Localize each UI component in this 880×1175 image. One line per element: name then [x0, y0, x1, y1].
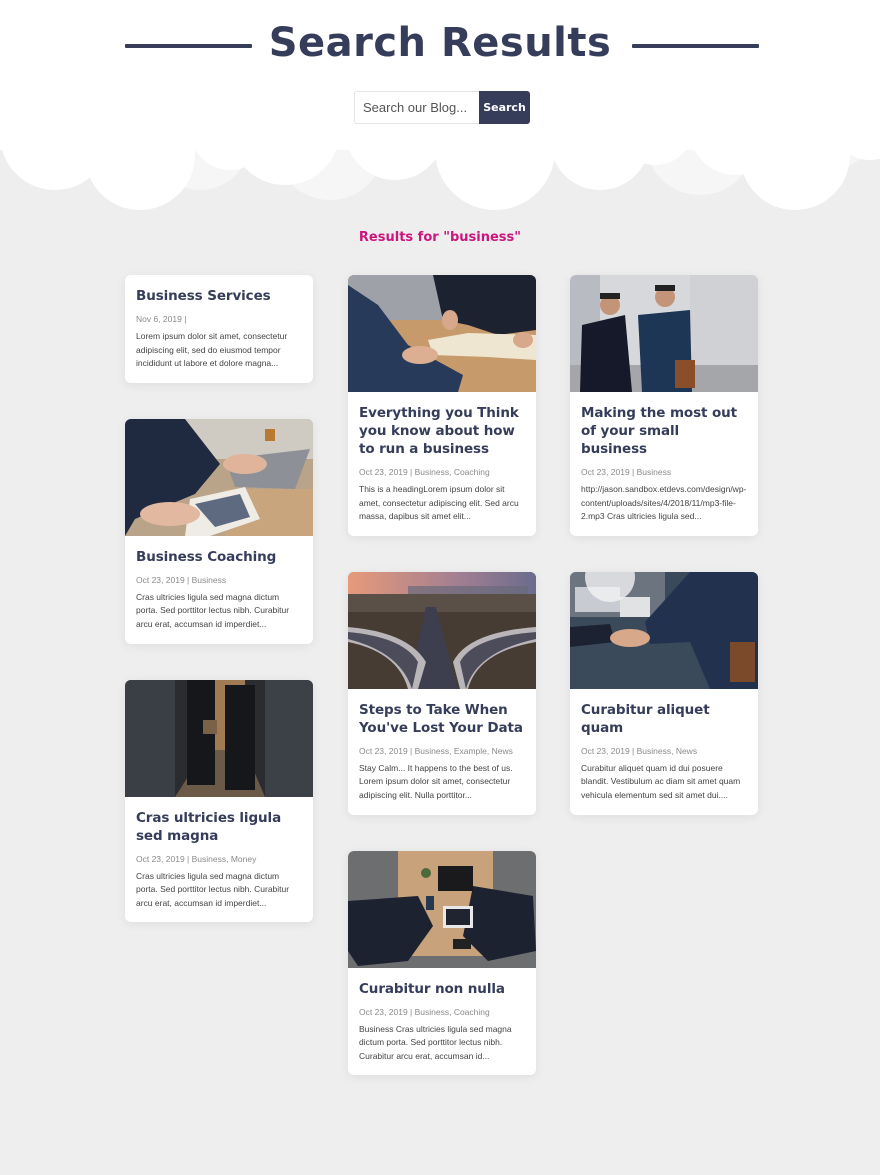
- post-image-businessmen-hallway[interactable]: [125, 679, 313, 797]
- post-excerpt: This is a headingLorem ipsum dolor sit a…: [359, 484, 519, 522]
- title-divider-right: [632, 44, 759, 48]
- post-meta: Oct 23, 2019 | Business: [136, 574, 227, 585]
- post-card[interactable]: Everything you Think you know about how …: [348, 275, 536, 536]
- post-image-handshake[interactable]: [570, 571, 758, 689]
- results-column-3: Making the most out of your small busine…: [570, 275, 758, 851]
- post-meta: Oct 23, 2019 | Business, Example, News: [359, 745, 513, 756]
- post-meta: Oct 23, 2019 | Business, News: [581, 745, 698, 756]
- post-excerpt: Business Cras ultricies ligula sed magna…: [359, 1023, 512, 1061]
- post-image-meeting-table-overhead[interactable]: [348, 850, 536, 968]
- post-excerpt: Stay Calm... It happens to the best of u…: [359, 762, 513, 800]
- post-card[interactable]: Cras ultricies ligula sed magna Oct 23, …: [125, 679, 313, 923]
- post-excerpt: Curabitur aliquet quam id dui posuere bl…: [581, 762, 741, 800]
- post-card[interactable]: Steps to Take When You've Lost Your Data…: [348, 571, 536, 815]
- title-row: Search Results: [0, 18, 880, 74]
- post-meta: Oct 23, 2019 | Business, Money: [136, 853, 257, 864]
- post-card[interactable]: Curabitur aliquet quam Oct 23, 2019 | Bu…: [570, 571, 758, 815]
- search-form: Search: [354, 91, 530, 124]
- post-image-desk-notebook[interactable]: [348, 275, 536, 392]
- search-button[interactable]: Search: [479, 91, 530, 124]
- post-excerpt: Cras ultricies ligula sed magna dictum p…: [136, 870, 290, 908]
- post-image-hands-laptop-tablet[interactable]: [125, 418, 313, 536]
- post-excerpt: Lorem ipsum dolor sit amet, consectetur …: [136, 331, 288, 369]
- results-label: Results for "business": [358, 230, 522, 245]
- post-title[interactable]: Curabitur aliquet quam: [581, 701, 747, 737]
- results-column-2: Everything you Think you know about how …: [348, 275, 536, 1111]
- post-meta: Oct 23, 2019 | Business: [581, 467, 672, 477]
- post-excerpt: Cras ultricies ligula sed magna dictum p…: [136, 591, 290, 629]
- post-card[interactable]: Business Services Nov 6, 2019 | Lorem ip…: [125, 275, 313, 383]
- post-card[interactable]: Making the most out of your small busine…: [570, 275, 758, 536]
- post-title[interactable]: Curabitur non nulla: [359, 980, 525, 998]
- post-meta: Nov 6, 2019 |: [136, 314, 187, 324]
- results-column-1: Business Services Nov 6, 2019 | Lorem ip…: [125, 275, 313, 958]
- post-meta: Oct 23, 2019 | Business, Coaching: [359, 467, 490, 477]
- post-title[interactable]: Steps to Take When You've Lost Your Data: [359, 701, 525, 737]
- hero-header: Search Results Search: [0, 0, 880, 220]
- post-title[interactable]: Business Services: [136, 287, 302, 305]
- post-title[interactable]: Everything you Think you know about how …: [359, 404, 525, 458]
- post-image-two-businessmen-street[interactable]: [570, 275, 758, 392]
- post-card[interactable]: Curabitur non nulla Oct 23, 2019 | Busin…: [348, 850, 536, 1076]
- post-image-highway-interchange[interactable]: [348, 571, 536, 689]
- page-title: Search Results: [268, 20, 612, 66]
- post-meta: Oct 23, 2019 | Business, Coaching: [359, 1006, 490, 1017]
- post-excerpt: http://jason.sandbox.etdevs.com/design/w…: [581, 484, 747, 522]
- search-input[interactable]: [354, 91, 479, 124]
- post-title[interactable]: Cras ultricies ligula sed magna: [136, 809, 302, 845]
- post-card[interactable]: Business Coaching Oct 23, 2019 | Busines…: [125, 418, 313, 644]
- post-title[interactable]: Business Coaching: [136, 548, 302, 566]
- post-title[interactable]: Making the most out of your small busine…: [581, 404, 747, 458]
